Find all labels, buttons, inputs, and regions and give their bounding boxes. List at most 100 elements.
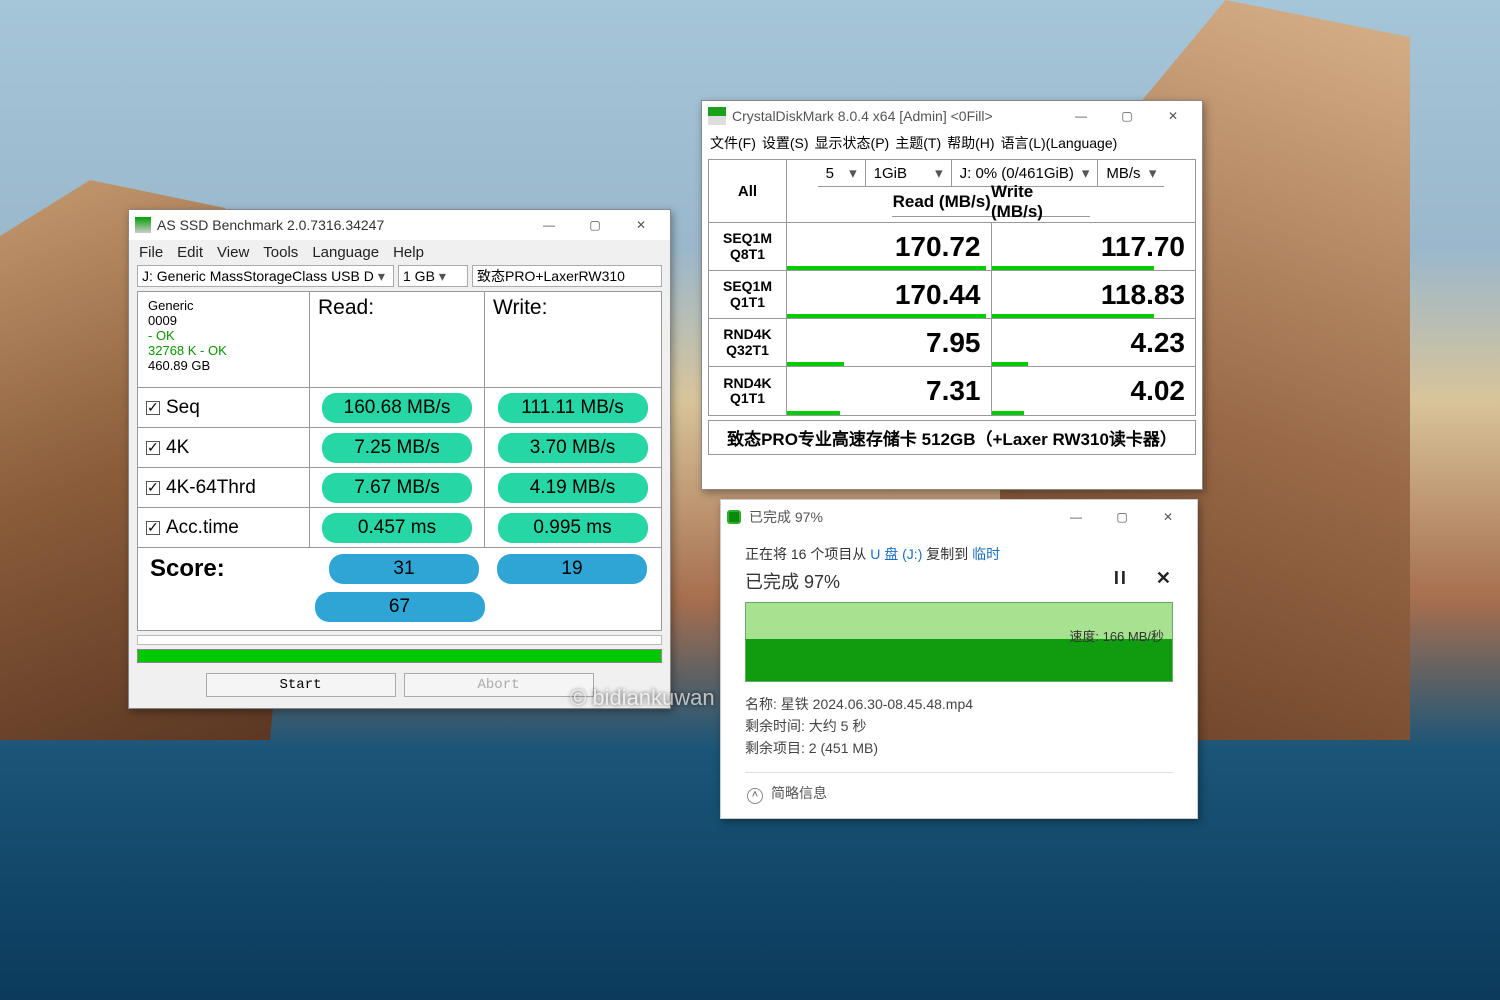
cdm-test-button[interactable]: SEQ1MQ8T1 [709,223,787,270]
menu-view[interactable]: View [217,244,249,261]
detail-name: 名称: 星铁 2024.06.30-08.45.48.mp4 [745,694,1173,714]
seq-checkbox[interactable] [146,401,160,415]
close-button[interactable]: ✕ [1150,101,1196,131]
window-controls: — ▢ ✕ [526,210,664,240]
drive-select[interactable]: J: Generic MassStorageClass USB D [137,265,394,287]
testsize-select[interactable]: 1GiB [866,160,952,187]
maximize-button[interactable]: ▢ [572,210,618,240]
write-header: Write: [485,292,660,388]
minimize-button[interactable]: — [1058,101,1104,131]
drive-info: Generic 0009 - OK 32768 K - OK 460.89 GB [138,292,310,388]
menu-status[interactable]: 显示状态(P) [815,133,890,153]
asssd-menubar: File Edit View Tools Language Help [129,240,670,265]
cdm-write-2: 4.23 [992,319,1196,366]
maximize-button[interactable]: ▢ [1104,101,1150,131]
score-label: Score: [150,555,225,583]
copy-status-icon [727,510,741,524]
detail-remaining-time: 剩余时间: 大约 5 秒 [745,716,1173,736]
acctime-checkbox[interactable] [146,521,160,535]
cdm-titlebar[interactable]: CrystalDiskMark 8.0.4 x64 [Admin] <0Fill… [702,101,1202,131]
cancel-button[interactable]: ✕ [1156,568,1173,588]
read-header: Read (MB/s) [892,187,991,217]
cdm-title: CrystalDiskMark 8.0.4 x64 [Admin] <0Fill… [732,108,993,124]
seq-label: Seq [138,388,310,427]
pause-button[interactable]: II [1114,568,1128,588]
cdm-row-0: SEQ1MQ8T1170.72117.70 [709,223,1195,271]
abort-button: Abort [404,673,594,697]
menu-language[interactable]: Language [312,244,379,261]
asssd-title: AS SSD Benchmark 2.0.7316.34247 [157,217,384,233]
cdm-write-0: 117.70 [992,223,1196,270]
size-select[interactable]: 1 GB [398,265,468,287]
window-controls: — ▢ ✕ [1053,502,1191,532]
score-read: 31 [329,554,479,584]
4k64-read: 7.67 MB/s [322,473,472,503]
cdm-row-2: RND4KQ32T17.954.23 [709,319,1195,367]
asssd-window: AS SSD Benchmark 2.0.7316.34247 — ▢ ✕ Fi… [128,209,671,709]
sub-progress [137,635,662,645]
4k64-label: 4K-64Thrd [138,468,310,507]
cdm-read-1: 170.44 [787,271,992,318]
score-total: 67 [315,592,485,622]
write-header: Write (MB/s) [991,187,1090,217]
cdm-window: CrystalDiskMark 8.0.4 x64 [Admin] <0Fill… [701,100,1203,490]
acctime-label: Acc.time [138,508,310,547]
cdm-read-0: 170.72 [787,223,992,270]
menu-edit[interactable]: Edit [177,244,203,261]
cdm-test-button[interactable]: RND4KQ32T1 [709,319,787,366]
cdm-write-3: 4.02 [992,367,1196,415]
menu-help[interactable]: 帮助(H) [947,133,994,153]
menu-file[interactable]: 文件(F) [710,133,756,153]
cdm-row-3: RND4KQ1T17.314.02 [709,367,1195,415]
menu-file[interactable]: File [139,244,163,261]
speed-label: 速度: 166 MB/秒 [1069,626,1164,645]
4k-checkbox[interactable] [146,441,160,455]
4k-label: 4K [138,428,310,467]
acctime-read: 0.457 ms [322,513,472,543]
asssd-app-icon [135,217,151,233]
close-button[interactable]: ✕ [618,210,664,240]
cdm-test-button[interactable]: SEQ1MQ1T1 [709,271,787,318]
score-write: 19 [497,554,647,584]
window-controls: — ▢ ✕ [1058,101,1196,131]
fc-title: 已完成 97% [749,507,823,527]
asssd-results: Generic 0009 - OK 32768 K - OK 460.89 GB… [137,291,662,631]
4k64-write: 4.19 MB/s [498,473,648,503]
menu-theme[interactable]: 主题(T) [895,133,941,153]
seq-read: 160.68 MB/s [322,393,472,423]
watermark: © bidiankuwan [570,685,715,711]
cdm-row-1: SEQ1MQ1T1170.44118.83 [709,271,1195,319]
filecopy-window: 已完成 97% — ▢ ✕ 正在将 16 个项目从 U 盘 (J:) 复制到 临… [720,499,1198,819]
4k64-checkbox[interactable] [146,481,160,495]
cdm-footer: 致态PRO专业高速存储卡 512GB（+Laxer RW310读卡器） [708,420,1196,455]
copy-description: 正在将 16 个项目从 U 盘 (J:) 复制到 临时 [745,544,1173,564]
close-button[interactable]: ✕ [1145,502,1191,532]
name-input[interactable]: 致态PRO+LaxerRW310 [472,265,662,287]
fewer-details-toggle[interactable]: ˄简略信息 [745,772,1173,808]
cdm-app-icon [708,107,726,125]
acctime-write: 0.995 ms [498,513,648,543]
cdm-test-button[interactable]: RND4KQ1T1 [709,367,787,415]
minimize-button[interactable]: — [1053,502,1099,532]
unit-select[interactable]: MB/s [1098,160,1164,187]
cdm-read-2: 7.95 [787,319,992,366]
cdm-results: SEQ1MQ8T1170.72117.70SEQ1MQ1T1170.44118.… [708,223,1196,416]
maximize-button[interactable]: ▢ [1099,502,1145,532]
speed-graph: 速度: 166 MB/秒 [745,602,1173,682]
minimize-button[interactable]: — [526,210,572,240]
menu-settings[interactable]: 设置(S) [762,133,809,153]
start-button[interactable]: Start [206,673,396,697]
menu-help[interactable]: Help [393,244,424,261]
count-select[interactable]: 5 [818,160,866,187]
asssd-titlebar[interactable]: AS SSD Benchmark 2.0.7316.34247 — ▢ ✕ [129,210,670,240]
all-button[interactable]: All [709,160,787,222]
fc-titlebar[interactable]: 已完成 97% — ▢ ✕ [721,500,1197,534]
read-header: Read: [310,292,485,388]
4k-write: 3.70 MB/s [498,433,648,463]
menu-language[interactable]: 语言(L)(Language) [1001,133,1118,153]
menu-tools[interactable]: Tools [263,244,298,261]
cdm-read-3: 7.31 [787,367,992,415]
main-progress [137,649,662,663]
cdm-write-1: 118.83 [992,271,1196,318]
seq-write: 111.11 MB/s [498,393,648,423]
